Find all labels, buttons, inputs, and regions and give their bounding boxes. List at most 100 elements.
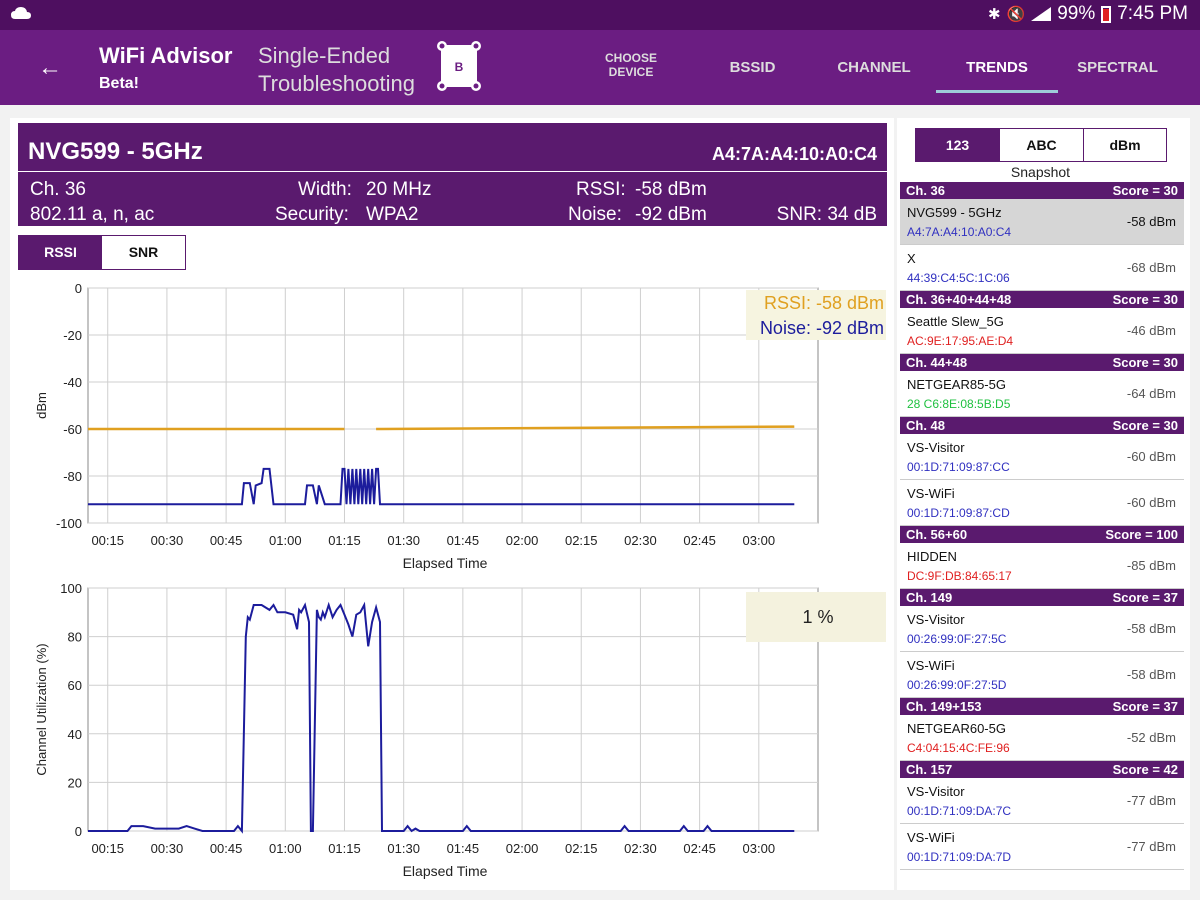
tab-bssid[interactable]: BSSID: [715, 59, 790, 76]
x-tick-label: 00:30: [151, 533, 184, 548]
bssid-row[interactable]: NVG599 - 5GHz A4:7A:A4:10:A0:C4 -58 dBm: [900, 199, 1184, 245]
x-tick-label: 00:30: [151, 841, 184, 856]
y-tick-label: 0: [75, 281, 82, 296]
ssid-label: NETGEAR85-5G: [907, 377, 1006, 392]
channel-label: Ch. 48: [906, 418, 946, 433]
x-tick-label: 02:30: [624, 841, 657, 856]
bssid-address: DC:9F:DB:84:65:17: [907, 569, 1012, 583]
rssi-value: -46 dBm: [1126, 323, 1176, 338]
x-tick-label: 02:45: [683, 841, 716, 856]
bssid-list: Ch. 36 Score = 30 NVG599 - 5GHz A4:7A:A4:10…: [900, 182, 1184, 870]
ssid-label: VS-WiFi: [907, 658, 955, 673]
channel-group-header: Ch. 36 Score = 30: [900, 182, 1184, 199]
x-tick-label: 02:00: [506, 533, 539, 548]
bssid-row[interactable]: HIDDEN DC:9F:DB:84:65:17 -85 dBm: [900, 543, 1184, 589]
x-tick-label: 01:30: [387, 533, 420, 548]
y-tick-label: -100: [56, 516, 82, 531]
ssid-label: NETGEAR60-5G: [907, 721, 1006, 736]
bssid-row[interactable]: VS-Visitor 00:1D:71:09:DA:7C -77 dBm: [900, 778, 1184, 824]
rssi-value: -60 dBm: [1126, 495, 1176, 510]
app-subtitle: Beta!: [99, 75, 140, 92]
x-tick-label: 02:15: [565, 533, 598, 548]
ssid-label: VS-Visitor: [907, 612, 965, 627]
channel-score: Score = 30: [1112, 418, 1178, 433]
bssid-row[interactable]: VS-WiFi 00:1D:71:09:87:CD -60 dBm: [900, 480, 1184, 526]
ssid-label: HIDDEN: [907, 549, 957, 564]
rssi-value: -77 dBm: [1126, 839, 1176, 854]
bssid-row[interactable]: VS-WiFi 00:26:99:0F:27:5D -58 dBm: [900, 652, 1184, 698]
app-bar: ← WiFi Advisor Beta! Single-Ended Troubl…: [0, 30, 1200, 105]
status-bar: ✱ 🔇 99% 7:45 PM: [0, 0, 1200, 30]
view-abc-button[interactable]: ABC: [999, 129, 1083, 161]
channel-score: Score = 100: [1105, 527, 1178, 542]
channel-label: Ch. 36: [906, 183, 946, 198]
utilization-readout: 1 %: [802, 607, 833, 627]
channel-group-header: Ch. 36+40+44+48 Score = 30: [900, 291, 1184, 308]
bssid-row[interactable]: X 44:39:C4:5C:1C:06 -68 dBm: [900, 245, 1184, 291]
channel-score: Score = 37: [1112, 699, 1178, 714]
bssid-address: 00:1D:71:09:DA:7C: [907, 804, 1012, 818]
bssid-address: 00:26:99:0F:27:5D: [907, 678, 1007, 692]
channel-label: Ch. 149+153: [906, 699, 982, 714]
bssid-row[interactable]: VS-Visitor 00:1D:71:09:87:CC -60 dBm: [900, 434, 1184, 480]
bssid-address: C4:04:15:4C:FE:96: [907, 741, 1010, 755]
channel-score: Score = 30: [1112, 292, 1178, 307]
rssi-value: -68 dBm: [1126, 260, 1176, 275]
plot-frame: [87, 287, 819, 524]
bssid-address: A4:7A:A4:10:A0:C4: [907, 225, 1012, 239]
view-dbm-button[interactable]: dBm: [1083, 129, 1166, 161]
device-b-icon[interactable]: B: [436, 40, 482, 92]
x-tick-label: 01:00: [269, 533, 302, 548]
tab-spectral[interactable]: SPECTRAL: [1070, 59, 1165, 76]
y-axis-label: dBm: [34, 392, 49, 419]
rssi-value: -64 dBm: [1126, 386, 1176, 401]
view-toggle: 123 ABC dBm: [915, 128, 1167, 162]
rssi-value: -85 dBm: [1126, 558, 1176, 573]
tab-trends[interactable]: TRENDS: [936, 59, 1058, 76]
y-tick-label: -80: [63, 469, 82, 484]
mute-icon: 🔇: [1006, 6, 1026, 23]
channel-score: Score = 30: [1112, 183, 1178, 198]
bssid-row[interactable]: VS-WiFi 00:1D:71:09:DA:7D -77 dBm: [900, 824, 1184, 870]
y-tick-label: -20: [63, 328, 82, 343]
channel-label: Ch. 157: [906, 762, 953, 777]
x-tick-label: 02:30: [624, 533, 657, 548]
bssid-address: 28 C6:8E:08:5B:D5: [907, 397, 1011, 411]
bssid-row[interactable]: NETGEAR60-5G C4:04:15:4C:FE:96 -52 dBm: [900, 715, 1184, 761]
y-tick-label: 100: [60, 581, 82, 596]
battery-icon: [1101, 5, 1112, 23]
rssi-value: -58 dBm: [1126, 214, 1176, 229]
view-123-button[interactable]: 123: [916, 129, 999, 161]
x-tick-label: 01:45: [447, 533, 480, 548]
channel-group-header: Ch. 157 Score = 42: [900, 761, 1184, 778]
tab-channel[interactable]: CHANNEL: [830, 59, 918, 76]
y-axis-label: Channel Utilization (%): [34, 643, 49, 775]
bssid-row[interactable]: Seattle Slew_5G AC:9E:17:95:AE:D4 -46 dBm: [900, 308, 1184, 354]
battery-percent: 99%: [1057, 3, 1096, 24]
bssid-row[interactable]: VS-Visitor 00:26:99:0F:27:5C -58 dBm: [900, 606, 1184, 652]
y-tick-label: 40: [68, 727, 82, 742]
ssid-label: Seattle Slew_5G: [907, 314, 1004, 329]
channel-group-header: Ch. 149 Score = 37: [900, 589, 1184, 606]
channel-score: Score = 30: [1112, 355, 1178, 370]
back-arrow-icon[interactable]: ←: [38, 54, 62, 82]
bssid-address: 00:1D:71:09:DA:7D: [907, 850, 1012, 864]
bssid-row[interactable]: NETGEAR85-5G 28 C6:8E:08:5B:D5 -64 dBm: [900, 371, 1184, 417]
channel-score: Score = 42: [1112, 762, 1178, 777]
channel-group-header: Ch. 149+153 Score = 37: [900, 698, 1184, 715]
x-tick-label: 01:45: [447, 841, 480, 856]
ssid-label: X: [907, 251, 916, 266]
clock: 7:45 PM: [1117, 3, 1188, 24]
active-tab-indicator: [936, 90, 1058, 93]
rssi-value: -60 dBm: [1126, 449, 1176, 464]
x-tick-label: 03:00: [743, 533, 776, 548]
channel-label: Ch. 36+40+44+48: [906, 292, 1012, 307]
tab-choose-device[interactable]: CHOOSE DEVICE: [596, 51, 666, 79]
x-tick-label: 02:45: [683, 533, 716, 548]
channel-group-header: Ch. 56+60 Score = 100: [900, 526, 1184, 543]
ssid-label: VS-WiFi: [907, 486, 955, 501]
channel-label: Ch. 56+60: [906, 527, 968, 542]
signal-icon: [1031, 7, 1052, 21]
x-axis-label: Elapsed Time: [403, 555, 488, 571]
x-tick-label: 02:15: [565, 841, 598, 856]
